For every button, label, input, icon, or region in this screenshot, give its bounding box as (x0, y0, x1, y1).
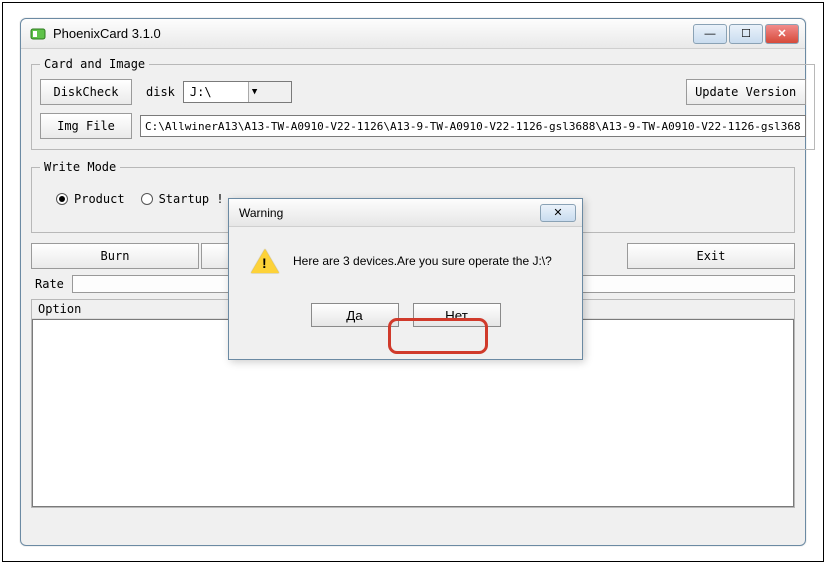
dialog-title: Warning (239, 206, 540, 220)
warning-icon (251, 249, 279, 273)
dialog-close-button[interactable]: ✕ (540, 204, 576, 222)
dialog-buttons: Да Нет (229, 303, 582, 327)
close-button[interactable]: ✕ (765, 24, 799, 44)
radio-dot-icon (56, 193, 68, 205)
img-file-button[interactable]: Img File (40, 113, 132, 139)
write-mode-legend: Write Mode (40, 160, 120, 174)
radio-product[interactable]: Product (56, 192, 125, 206)
dialog-no-button[interactable]: Нет (413, 303, 501, 327)
warning-dialog: Warning ✕ Here are 3 devices.Are you sur… (228, 198, 583, 360)
dialog-body: Here are 3 devices.Are you sure operate … (229, 227, 582, 273)
window-controls: — ☐ ✕ (693, 24, 799, 44)
dialog-titlebar: Warning ✕ (229, 199, 582, 227)
update-version-button[interactable]: Update Version (686, 79, 806, 105)
chevron-down-icon: ▼ (248, 82, 291, 102)
radio-dot-icon (141, 193, 153, 205)
img-path-field[interactable]: C:\AllwinerA13\A13-TW-A0910-V22-1126\A13… (140, 115, 806, 137)
dialog-message: Here are 3 devices.Are you sure operate … (293, 254, 552, 268)
card-image-legend: Card and Image (40, 57, 149, 71)
rate-label: Rate (35, 277, 64, 291)
minimize-button[interactable]: — (693, 24, 727, 44)
disk-combo-value: J:\ (184, 85, 248, 99)
radio-startup[interactable]: Startup ! (141, 192, 224, 206)
radio-startup-label: Startup ! (159, 192, 224, 206)
disk-combo[interactable]: J:\ ▼ (183, 81, 292, 103)
window-title: PhoenixCard 3.1.0 (53, 26, 693, 41)
exit-button[interactable]: Exit (627, 243, 795, 269)
maximize-button[interactable]: ☐ (729, 24, 763, 44)
card-and-image-group: Card and Image DiskCheck disk J:\ ▼ Upda… (31, 57, 815, 150)
disk-check-button[interactable]: DiskCheck (40, 79, 132, 105)
dialog-yes-button[interactable]: Да (311, 303, 399, 327)
titlebar: PhoenixCard 3.1.0 — ☐ ✕ (21, 19, 805, 49)
radio-product-label: Product (74, 192, 125, 206)
app-icon (29, 25, 47, 43)
img-path-value: C:\AllwinerA13\A13-TW-A0910-V22-1126\A13… (145, 120, 801, 133)
disk-label: disk (146, 85, 175, 99)
burn-button[interactable]: Burn (31, 243, 199, 269)
